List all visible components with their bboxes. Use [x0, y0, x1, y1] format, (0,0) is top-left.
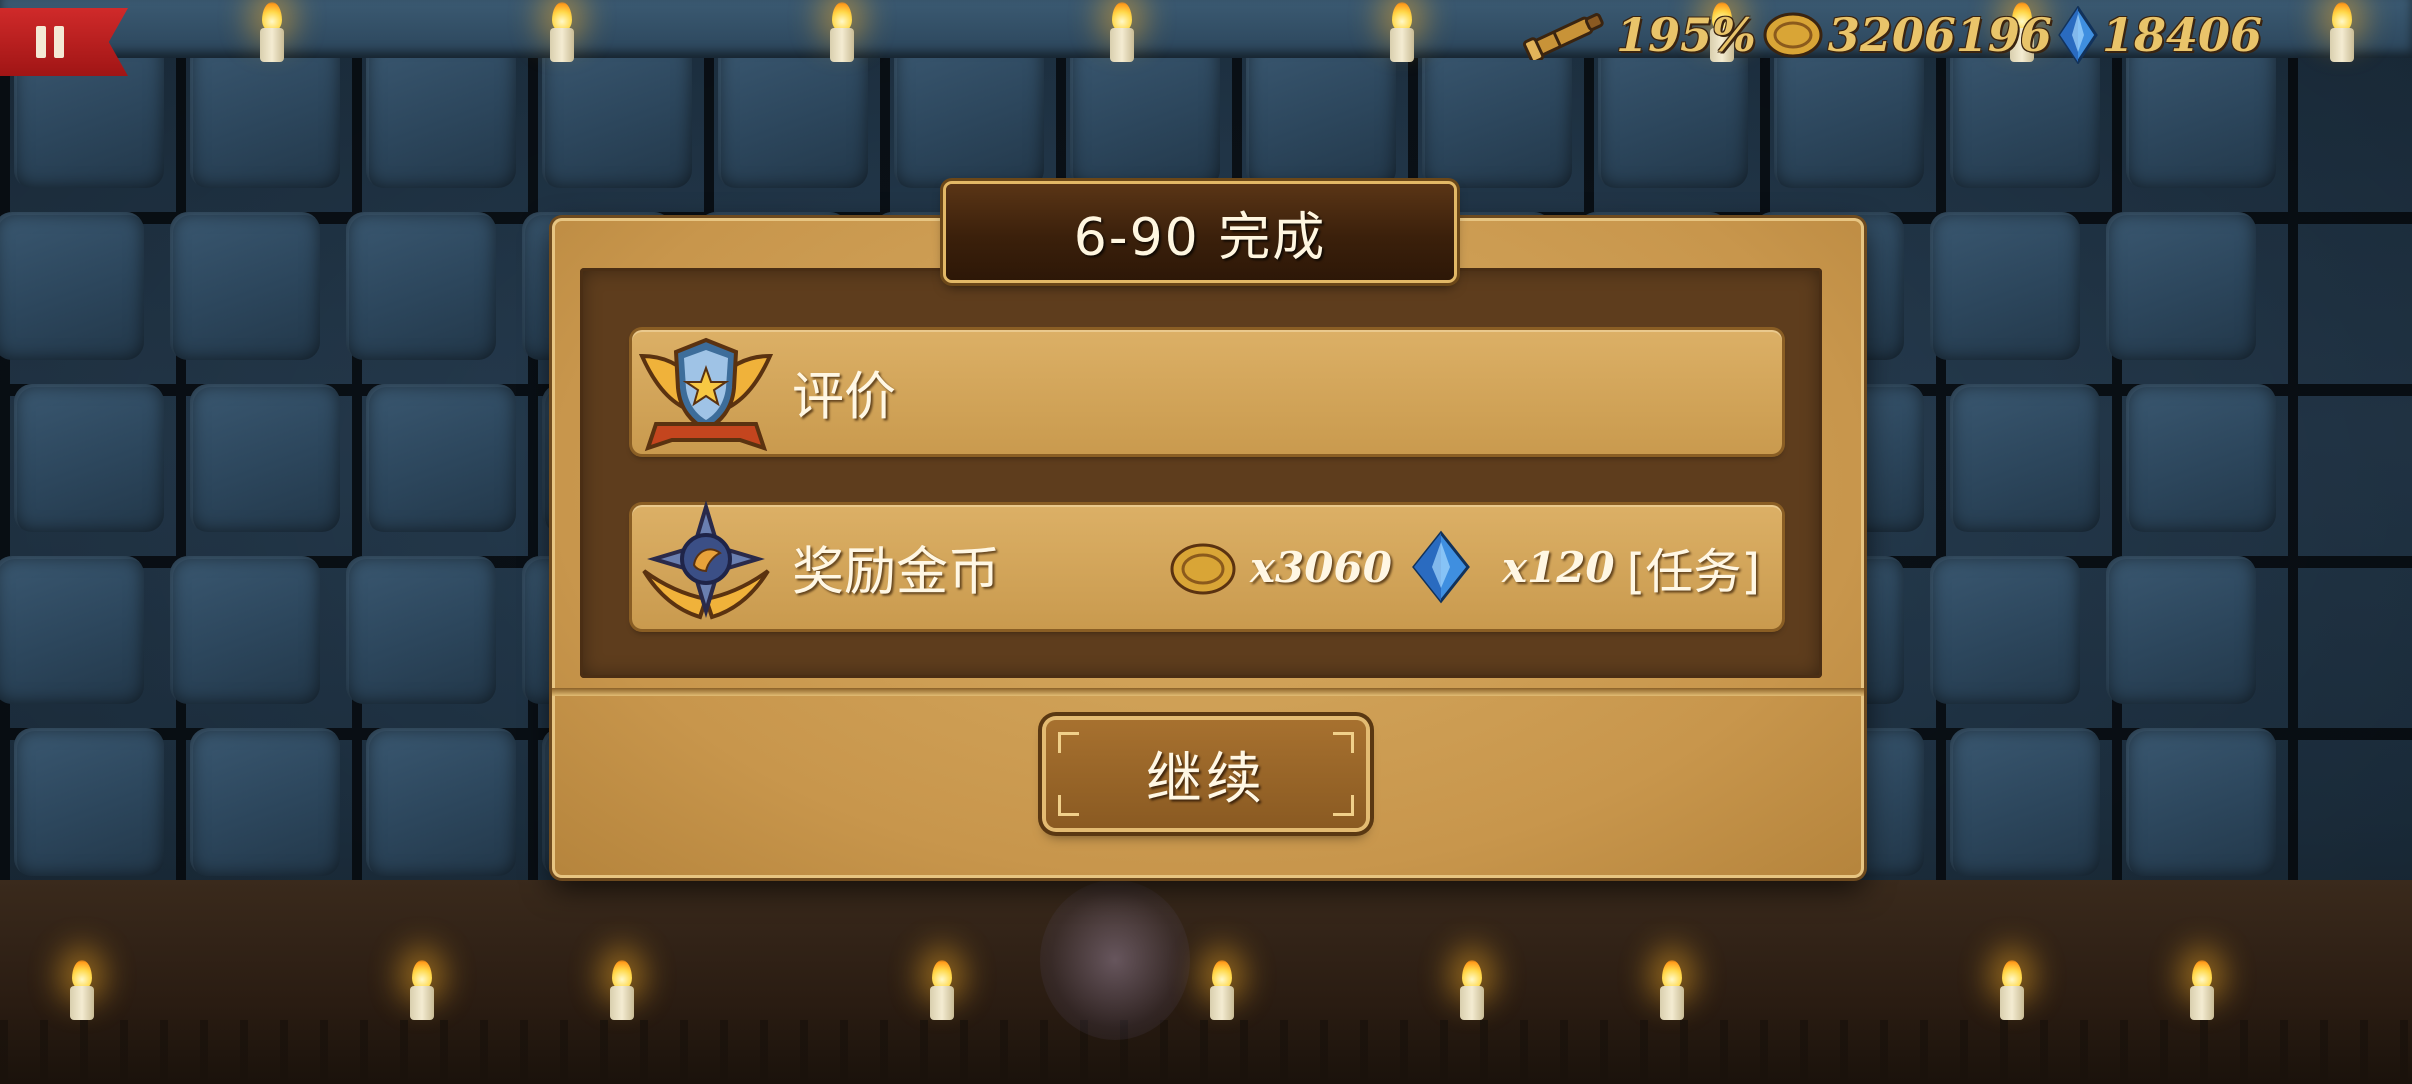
stone-tile: [0, 556, 144, 704]
pause-icon-bar: [54, 26, 64, 58]
pause-button[interactable]: [0, 8, 128, 76]
stone-tile: [170, 556, 320, 704]
candle-icon: [1450, 960, 1494, 1020]
candle-icon: [400, 960, 444, 1020]
candle-icon: [1100, 2, 1144, 62]
stone-tile: [190, 384, 340, 532]
dialog-title: 6-90 完成: [1073, 207, 1327, 268]
candle-icon: [250, 2, 294, 62]
button-corner-ornament: [1058, 732, 1079, 753]
rating-label: 评价: [792, 367, 897, 428]
gold-amount: 3206196: [1827, 8, 2052, 62]
rating-row: 评价: [632, 330, 1782, 454]
reward-values: x3060 x120 [任务]: [1168, 530, 1760, 604]
stone-tile: [1930, 212, 2080, 360]
candle-icon: [60, 960, 104, 1020]
candle-icon: [1380, 2, 1424, 62]
gem-stat: 18406: [2058, 6, 2262, 64]
button-corner-ornament: [1058, 795, 1079, 816]
candle-icon: [920, 960, 964, 1020]
winged-shield-badge-icon: [638, 337, 774, 452]
stone-tile: [1246, 40, 1396, 188]
pause-icon: [36, 26, 46, 58]
stone-tile: [366, 40, 516, 188]
stone-tile: [718, 40, 868, 188]
spyglass-icon: [1523, 13, 1604, 60]
candle-icon: [540, 2, 584, 62]
candle-icon: [1200, 960, 1244, 1020]
resource-hud: 195% 3206196 18406: [1516, 0, 2412, 70]
stone-tile: [1950, 384, 2100, 532]
button-corner-ornament: [1333, 732, 1354, 753]
stone-tile: [2126, 384, 2276, 532]
continue-label: 继续: [1146, 746, 1266, 812]
stone-tile: [170, 212, 320, 360]
stone-tile: [1950, 728, 2100, 876]
candle-icon: [1650, 960, 1694, 1020]
stone-tile: [2106, 556, 2256, 704]
candle-icon: [600, 960, 644, 1020]
stone-tile: [894, 40, 1044, 188]
task-tag: [任务]: [1626, 544, 1761, 600]
continue-button[interactable]: 继续: [1046, 720, 1366, 828]
hero-silhouette: [1040, 880, 1190, 1040]
gem-reward-amount: x120: [1501, 542, 1615, 592]
stone-tile: [1930, 556, 2080, 704]
stone-tile: [190, 728, 340, 876]
dialog-title-plate: 6-90 完成: [946, 184, 1454, 280]
stone-tile: [366, 384, 516, 532]
dialog-divider: [552, 688, 1864, 696]
star-emblem-badge-icon: [642, 501, 770, 620]
gold-coin-icon: [1170, 543, 1236, 595]
blue-gem-icon: [2058, 6, 2098, 64]
button-corner-ornament: [1333, 795, 1354, 816]
stone-tile: [14, 384, 164, 532]
candle-icon: [2180, 960, 2224, 1020]
scope-percent: 195%: [1616, 8, 1756, 62]
blue-gem-icon: [1412, 530, 1470, 604]
stone-tile: [14, 728, 164, 876]
candle-icon: [1990, 960, 2034, 1020]
gem-amount: 18406: [2101, 8, 2262, 62]
reward-row: 奖励金币 x3060 x120 [任务]: [632, 501, 1782, 629]
stone-tile: [2106, 212, 2256, 360]
stone-tile: [346, 212, 496, 360]
candle-icon: [820, 2, 864, 62]
coin-reward-amount: x3060: [1250, 542, 1392, 592]
fence-decoration: [0, 1020, 2412, 1084]
stone-tile: [0, 212, 144, 360]
scope-stat: 195%: [1516, 8, 1756, 62]
stone-tile: [542, 40, 692, 188]
stone-tile: [1070, 40, 1220, 188]
stone-tile: [346, 556, 496, 704]
reward-label: 奖励金币: [792, 542, 1001, 603]
stone-tile: [2126, 728, 2276, 876]
gold-coin-icon: [1763, 12, 1823, 58]
gold-stat: 3206196: [1762, 8, 2052, 62]
stone-tile: [190, 40, 340, 188]
stone-tile: [366, 728, 516, 876]
